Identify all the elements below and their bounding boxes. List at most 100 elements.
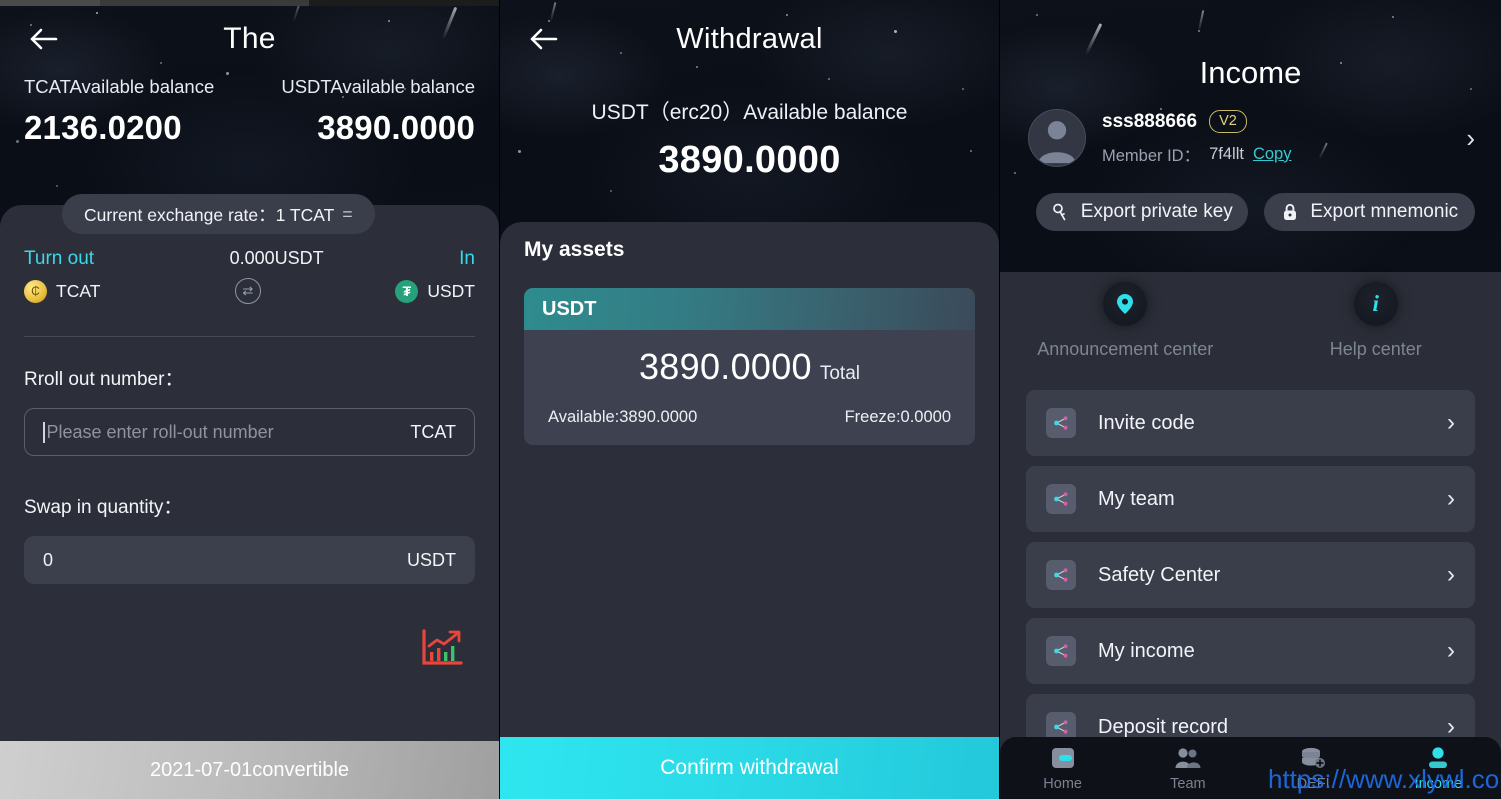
chart-trend-icon[interactable] — [420, 628, 464, 668]
user-profile-row[interactable]: sss888666 V2 Member ID： 7f4llt Copy › — [1000, 91, 1501, 167]
asset-card-symbol: USDT — [524, 288, 975, 330]
tab-icon — [1125, 744, 1250, 772]
balance-label: TCATAvailable balance — [24, 76, 215, 97]
back-button[interactable] — [24, 19, 64, 59]
asset-total-value: 3890.0000 — [638, 346, 812, 387]
asset-total-row: 3890.0000 Total — [542, 346, 957, 388]
tab-income[interactable]: Income — [1376, 744, 1501, 792]
usdt-coin-icon: ₮ — [395, 279, 419, 303]
roll-out-field-group: Rroll out number： Please enter roll-out … — [24, 364, 475, 456]
info-icon: i — [1372, 291, 1379, 316]
user-name: sss888666 — [1102, 110, 1198, 132]
tab-label: DEFI — [1296, 776, 1330, 792]
tcat-coin-icon: ₵ — [24, 279, 47, 303]
coin-out[interactable]: ₵ TCAT — [24, 279, 101, 303]
asset-freeze: Freeze:0.0000 — [844, 408, 951, 426]
asset-available: Available:3890.0000 — [548, 408, 698, 426]
my-assets-title: My assets — [524, 238, 625, 261]
coin-out-name: TCAT — [56, 280, 101, 301]
turn-out-label: Turn out — [24, 248, 95, 269]
export-mnemonic-label: Export mnemonic — [1310, 201, 1459, 222]
tab-defi[interactable]: DEFI — [1251, 744, 1376, 792]
balance-tcat: TCATAvailable balance 2136.0200 — [22, 76, 250, 147]
announcement-center-shortcut[interactable]: Announcement center — [1000, 282, 1251, 360]
roll-out-input[interactable]: Please enter roll-out number TCAT — [24, 408, 475, 456]
coin-in-name: USDT — [427, 280, 475, 301]
swap-in-value: 0 — [43, 549, 54, 570]
arrow-left-icon — [30, 28, 58, 50]
asset-card: USDT 3890.0000 Total Available:3890.0000 … — [524, 288, 975, 445]
withdrawal-navbar: Withdrawal — [500, 0, 999, 78]
swap-in-label: Swap in quantity： — [24, 497, 183, 518]
swap-in-suffix: USDT — [407, 549, 456, 570]
share-nodes-icon — [1046, 636, 1076, 666]
level-badge: V2 — [1209, 109, 1247, 134]
menu-item-invite-code[interactable]: Invite code › — [1026, 390, 1475, 456]
menu-item-my-team[interactable]: My team › — [1026, 466, 1475, 532]
asset-card-body: 3890.0000 Total Available:3890.0000 Freez… — [524, 330, 975, 445]
withdrawal-balance-value: 3890.0000 — [658, 139, 841, 181]
swap-circle-icon[interactable]: ⇄ — [234, 278, 261, 304]
roll-out-placeholder: Please enter roll-out number — [46, 421, 274, 442]
shortcut-circle — [1103, 282, 1148, 326]
member-id-label: Member ID： — [1102, 147, 1201, 166]
user-info: sss888666 V2 Member ID： 7f4llt Copy — [1102, 109, 1466, 167]
profile-chevron-right-icon[interactable]: › — [1466, 123, 1475, 154]
export-private-key-button[interactable]: Export private key — [1036, 193, 1248, 231]
share-nodes-icon — [1046, 408, 1076, 438]
help-center-shortcut[interactable]: i Help center — [1251, 282, 1501, 360]
tab-home[interactable]: Home — [1000, 744, 1125, 792]
tab-label: Team — [1170, 776, 1206, 792]
share-nodes-icon — [1046, 484, 1076, 514]
turn-in-label: In — [459, 248, 475, 269]
user-name-row: sss888666 V2 — [1102, 109, 1466, 134]
exchange-rate-pill: Current exchange rate：1 TCAT = — [62, 194, 375, 234]
menu-item-my-income[interactable]: My income › — [1026, 618, 1475, 684]
asset-total-label: Total — [819, 363, 860, 384]
menu-item-label: My income — [1098, 639, 1195, 662]
page-progress-bar[interactable] — [0, 0, 499, 6]
page-title: Income — [1199, 55, 1302, 90]
swap-in-input[interactable]: 0 USDT — [24, 536, 475, 584]
withdrawal-screen: Withdrawal USDT（erc20）Available balance … — [500, 0, 1000, 799]
copy-button[interactable]: Copy — [1253, 145, 1292, 164]
balance-value: 3890.0000 — [317, 109, 475, 146]
announcement-center-label: Announcement center — [1037, 339, 1214, 359]
roll-out-label: Rroll out number： — [24, 369, 184, 390]
progress-fill-secondary — [0, 0, 100, 6]
menu-item-label: Deposit record — [1098, 715, 1229, 738]
three-panel-screenshot: The TCATAvailable balance 2136.0200 USDT… — [0, 0, 1501, 799]
shortcut-circle: i — [1353, 282, 1398, 326]
tab-team[interactable]: Team — [1125, 744, 1250, 792]
coin-in[interactable]: ₮ USDT — [395, 279, 475, 303]
menu-item-safety-center[interactable]: Safety Center › — [1026, 542, 1475, 608]
swap-header: Turn out 0.000USDT In — [24, 248, 475, 270]
tab-icon — [1000, 744, 1125, 772]
swap-in-field-group: Swap in quantity： 0 USDT — [24, 492, 475, 584]
person-avatar-icon — [1038, 121, 1076, 164]
swap-coins-row: ₵ TCAT ⇄ ₮ USDT — [24, 278, 475, 304]
asset-detail-row: Available:3890.0000 Freeze:0.0000 — [542, 408, 957, 427]
menu-item-label: Invite code — [1098, 411, 1195, 434]
share-nodes-icon — [1046, 560, 1076, 590]
balance-row: TCATAvailable balance 2136.0200 USDTAvai… — [0, 76, 499, 147]
tab-label: Home — [1043, 776, 1082, 792]
coins-plus-icon — [1302, 747, 1326, 768]
lock-icon — [1284, 203, 1297, 220]
exchange-navbar: The — [0, 0, 499, 78]
back-button[interactable] — [524, 19, 564, 59]
balance-label: USDTAvailable balance — [281, 76, 475, 97]
member-id-value: 7f4llt — [1209, 144, 1244, 163]
swap-direction-row: Turn out 0.000USDT In ₵ TCAT ⇄ ₮ USDT — [24, 248, 475, 304]
menu-item-label: My team — [1098, 487, 1175, 510]
page-title: The — [223, 22, 276, 55]
chevron-right-icon: › — [1447, 561, 1455, 588]
bottom-tab-bar: Home Team DEFI Income — [1000, 737, 1501, 799]
chevron-right-icon: › — [1447, 485, 1455, 512]
person-icon — [1429, 747, 1448, 768]
convertible-button[interactable]: 2021-07-01convertible — [0, 741, 499, 799]
confirm-withdrawal-button[interactable]: Confirm withdrawal — [500, 737, 999, 799]
exchange-rate-equals: = — [342, 203, 353, 224]
export-mnemonic-button[interactable]: Export mnemonic — [1263, 193, 1475, 231]
income-screen: Income sss888666 V2 Member ID： 7f4llt Co… — [1000, 0, 1501, 799]
